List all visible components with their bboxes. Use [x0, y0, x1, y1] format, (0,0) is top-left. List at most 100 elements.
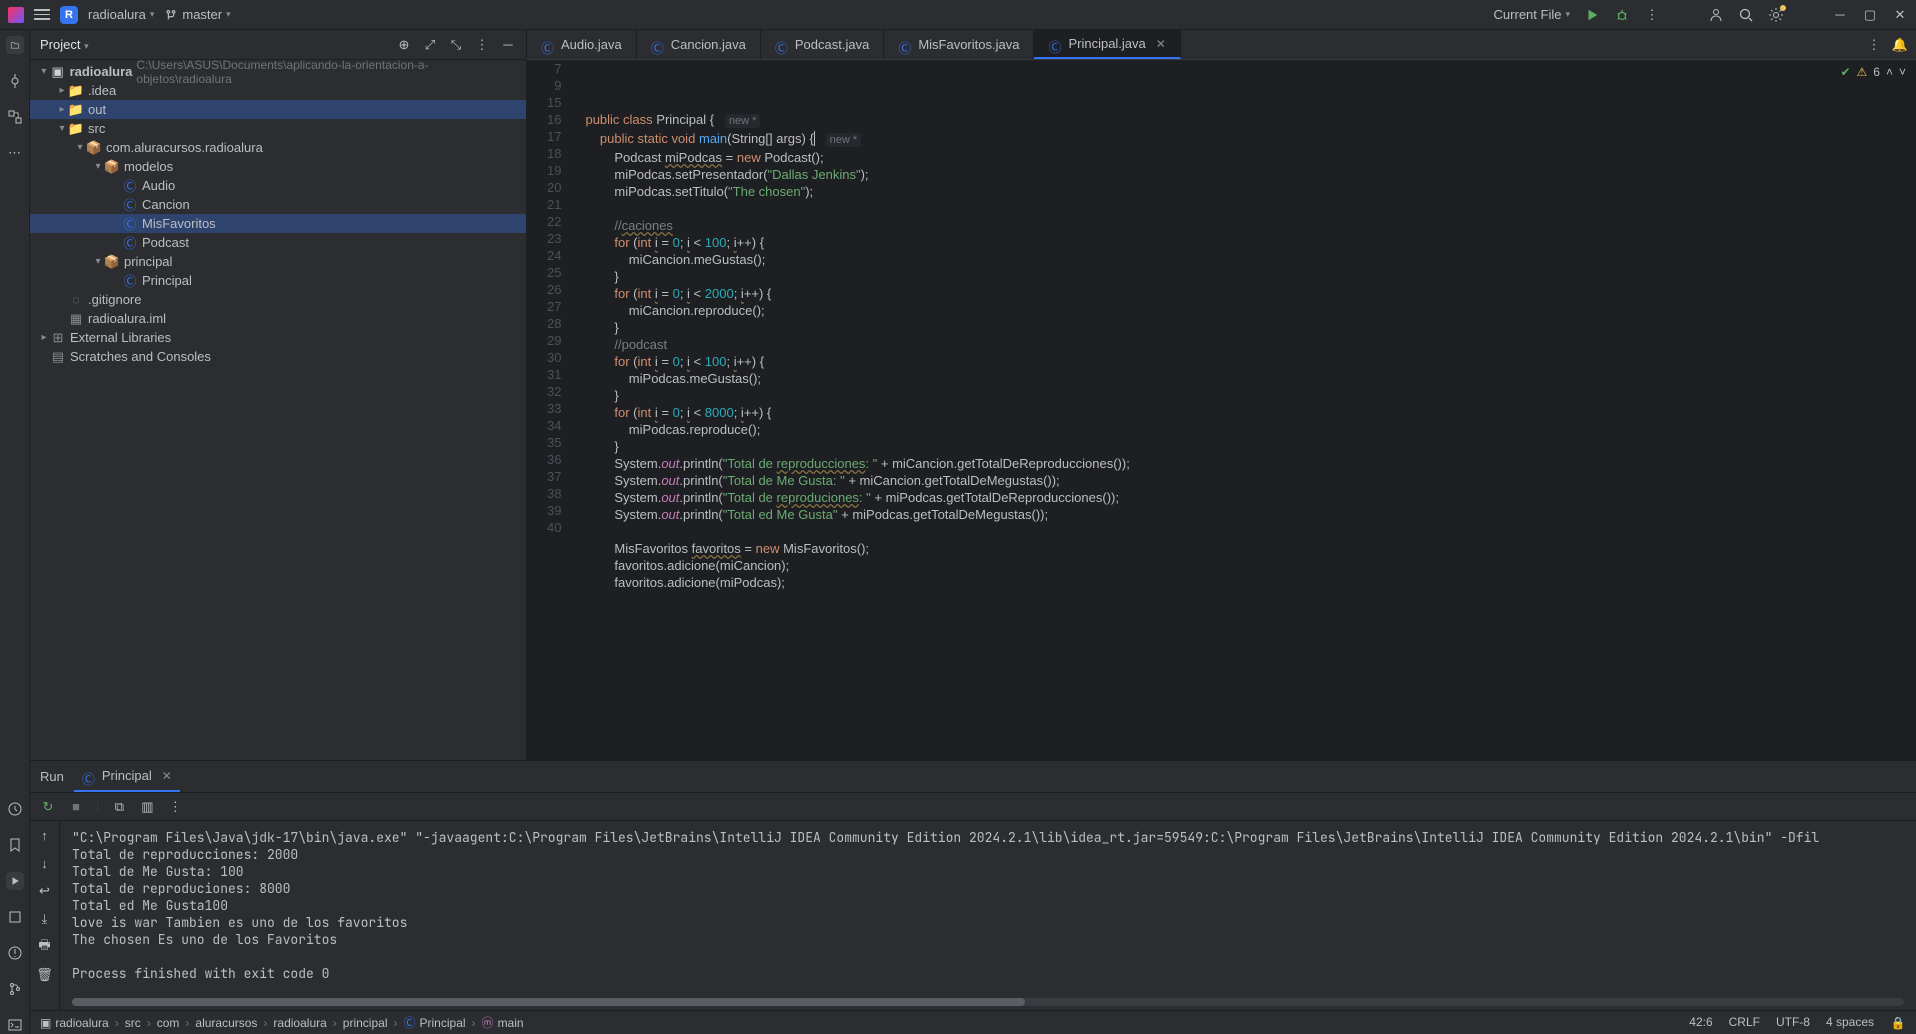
- caret-position[interactable]: 42:6: [1689, 1015, 1712, 1031]
- branch-icon: [164, 8, 178, 22]
- problems-tool-button[interactable]: [6, 944, 24, 962]
- prev-highlight-icon[interactable]: ˄: [1886, 64, 1893, 81]
- project-selector[interactable]: radioalura▾: [88, 7, 154, 22]
- tab-principal[interactable]: ⒸPrincipal.java✕: [1034, 30, 1180, 59]
- chevron-down-icon: ▾: [226, 9, 231, 20]
- more-actions-button[interactable]: ⋮: [1644, 7, 1660, 23]
- expand-all-icon[interactable]: ⤢: [422, 37, 438, 53]
- run-config-tab[interactable]: ⒸPrincipal✕: [74, 761, 180, 792]
- services-tool-button[interactable]: [6, 800, 24, 818]
- project-panel-title[interactable]: Project ▾: [40, 37, 89, 52]
- ide-logo-icon: [8, 7, 24, 23]
- clear-icon[interactable]: 🗑: [37, 967, 53, 983]
- tree-principal-pkg[interactable]: ▾📦principal: [30, 252, 526, 271]
- tree-misfavoritos[interactable]: ⒸMisFavoritos: [30, 214, 526, 233]
- gutter: 7915161718192021222324252627282930313233…: [527, 60, 577, 760]
- stop-icon[interactable]: ■: [68, 799, 84, 815]
- settings-icon[interactable]: [1768, 7, 1784, 23]
- soft-wrap-icon[interactable]: ↩: [37, 883, 53, 899]
- tree-src[interactable]: ▾📁src: [30, 119, 526, 138]
- branch-selector[interactable]: master▾: [164, 7, 230, 22]
- main-menu-button[interactable]: [34, 9, 50, 20]
- crumb-method[interactable]: ⓜ main: [482, 1014, 524, 1031]
- readonly-lock-icon[interactable]: 🔒: [1890, 1015, 1906, 1031]
- tree-gitignore[interactable]: ◌.gitignore: [30, 290, 526, 309]
- project-tree[interactable]: ▾▣radioaluraC:\Users\ASUS\Documents\apli…: [30, 60, 526, 760]
- minimize-button[interactable]: ─: [1832, 7, 1848, 23]
- tab-misfavoritos[interactable]: ⒸMisFavoritos.java: [884, 30, 1034, 59]
- bookmarks-tool-button[interactable]: [6, 836, 24, 854]
- tree-out[interactable]: ▸📁out: [30, 100, 526, 119]
- warning-icon: ⚠: [1857, 64, 1868, 81]
- tree-external[interactable]: ▸⊞External Libraries: [30, 328, 526, 347]
- crumb-aluracursos[interactable]: aluracursos: [195, 1016, 257, 1030]
- rerun-icon[interactable]: ↻: [40, 799, 56, 815]
- commit-tool-button[interactable]: [6, 72, 24, 90]
- navigation-bar: ▣ radioalura› src› com› aluracursos› rad…: [30, 1010, 1916, 1034]
- problems-count: 6: [1873, 64, 1880, 81]
- tree-package[interactable]: ▾📦com.aluracursos.radioalura: [30, 138, 526, 157]
- tab-cancion[interactable]: ⒸCancion.java: [637, 30, 761, 59]
- tree-podcast[interactable]: ⒸPodcast: [30, 233, 526, 252]
- editor-tabs: ⒸAudio.java ⒸCancion.java ⒸPodcast.java …: [527, 30, 1916, 60]
- console-output[interactable]: "C:\Program Files\Java\jdk-17\bin\java.e…: [60, 821, 1916, 998]
- tree-audio[interactable]: ⒸAudio: [30, 176, 526, 195]
- print-icon[interactable]: 🖶: [37, 939, 53, 955]
- tree-cancion[interactable]: ⒸCancion: [30, 195, 526, 214]
- tree-root[interactable]: ▾▣radioaluraC:\Users\ASUS\Documents\apli…: [30, 62, 526, 81]
- run-tool-button[interactable]: [6, 872, 24, 890]
- titlebar: R radioalura▾ master▾ Current File▾ ⋮ ─ …: [0, 0, 1916, 30]
- project-panel: Project ▾ ⊕ ⤢ ⤡ ⋮ ─ ▾▣radioaluraC:\Users…: [30, 30, 527, 760]
- maximize-button[interactable]: ▢: [1862, 7, 1878, 23]
- indent-status[interactable]: 4 spaces: [1826, 1015, 1874, 1031]
- line-separator[interactable]: CRLF: [1729, 1015, 1760, 1031]
- code-editor[interactable]: 7915161718192021222324252627282930313233…: [527, 60, 1916, 760]
- more-tools-button[interactable]: ⋯: [6, 144, 24, 162]
- close-run-tab-icon[interactable]: ✕: [162, 769, 172, 783]
- terminal-tool-button[interactable]: [6, 1016, 24, 1034]
- filter-icon[interactable]: ⧉: [111, 799, 127, 815]
- build-tool-button[interactable]: [6, 908, 24, 926]
- up-stack-icon[interactable]: ↑: [37, 827, 53, 843]
- run-label: Run: [40, 769, 64, 784]
- crumb-radioalura[interactable]: radioalura: [273, 1016, 326, 1030]
- left-toolbar: ⋯: [0, 30, 30, 1034]
- crumb-src[interactable]: src: [125, 1016, 141, 1030]
- next-highlight-icon[interactable]: ˅: [1899, 64, 1906, 81]
- scroll-end-icon[interactable]: ⤓: [37, 911, 53, 927]
- console-scrollbar[interactable]: [72, 998, 1904, 1006]
- git-tool-button[interactable]: [6, 980, 24, 998]
- structure-tool-button[interactable]: [6, 108, 24, 126]
- down-stack-icon[interactable]: ↓: [37, 855, 53, 871]
- tab-podcast[interactable]: ⒸPodcast.java: [761, 30, 884, 59]
- run-more-icon[interactable]: ⋮: [167, 799, 183, 815]
- notifications-icon[interactable]: 🔔: [1892, 37, 1908, 53]
- close-tab-icon[interactable]: ✕: [1156, 37, 1166, 51]
- crumb-module[interactable]: ▣ radioalura: [40, 1016, 109, 1030]
- crumb-principal[interactable]: principal: [343, 1016, 388, 1030]
- code-with-me-icon[interactable]: [1708, 7, 1724, 23]
- run-config-selector[interactable]: Current File▾: [1494, 7, 1570, 22]
- select-opened-icon[interactable]: ⊕: [396, 37, 412, 53]
- tree-modelos[interactable]: ▾📦modelos: [30, 157, 526, 176]
- hide-panel-icon[interactable]: ─: [500, 37, 516, 53]
- tree-iml[interactable]: ▦radioalura.iml: [30, 309, 526, 328]
- project-tool-button[interactable]: [6, 36, 24, 54]
- tabs-list-icon[interactable]: ⋮: [1866, 37, 1882, 53]
- search-icon[interactable]: [1738, 7, 1754, 23]
- panel-options-icon[interactable]: ⋮: [474, 37, 490, 53]
- layout-icon[interactable]: ▥: [139, 799, 155, 815]
- project-badge[interactable]: R: [60, 6, 78, 24]
- crumb-com[interactable]: com: [157, 1016, 180, 1030]
- file-encoding[interactable]: UTF-8: [1776, 1015, 1810, 1031]
- inspection-widget[interactable]: ✔ ⚠ 6 ˄ ˅: [1840, 64, 1906, 81]
- run-button[interactable]: [1584, 7, 1600, 23]
- debug-button[interactable]: [1614, 7, 1630, 23]
- check-icon: ✔: [1840, 64, 1850, 81]
- crumb-class[interactable]: Ⓒ Principal: [404, 1014, 466, 1031]
- collapse-all-icon[interactable]: ⤡: [448, 37, 464, 53]
- tree-principal-cls[interactable]: ⒸPrincipal: [30, 271, 526, 290]
- tree-scratches[interactable]: ▤Scratches and Consoles: [30, 347, 526, 366]
- tab-audio[interactable]: ⒸAudio.java: [527, 30, 637, 59]
- close-button[interactable]: ✕: [1892, 7, 1908, 23]
